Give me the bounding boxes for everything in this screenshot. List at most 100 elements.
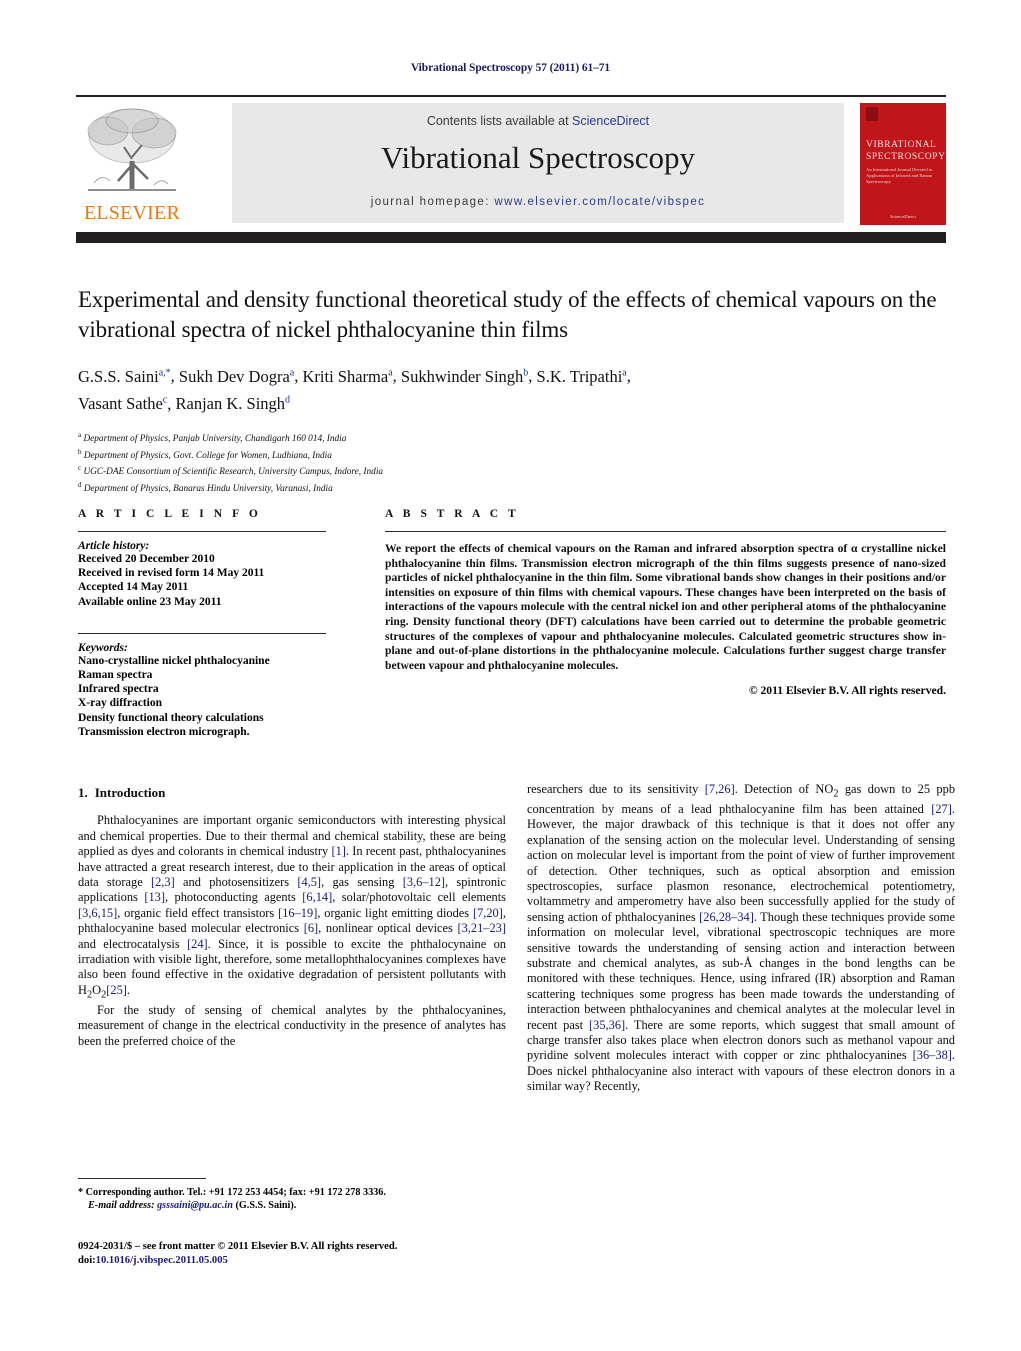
article-history-item: Received 20 December 2010 bbox=[78, 553, 215, 565]
elsevier-logo: ELSEVIER bbox=[80, 103, 184, 225]
article-info-label: A R T I C L E I N F O bbox=[78, 508, 262, 520]
doi-link[interactable]: 10.1016/j.vibspec.2011.05.005 bbox=[96, 1255, 228, 1266]
title-block: Experimental and density functional theo… bbox=[78, 285, 946, 496]
affiliation-mark: c bbox=[78, 464, 82, 473]
keywords-rule bbox=[78, 632, 326, 634]
citation-ref[interactable]: [6] bbox=[304, 921, 318, 935]
author-item: Sukh Dev Dograa bbox=[179, 367, 294, 386]
journal-title: Vibrational Spectroscopy bbox=[380, 140, 696, 175]
author-list: G.S.S. Sainia,*, Sukh Dev Dograa, Kriti … bbox=[78, 366, 631, 414]
email-link[interactable]: gsssaini@pu.ac.in bbox=[157, 1200, 233, 1211]
affiliation-text: Department of Physics, Panjab University… bbox=[83, 434, 347, 445]
citation-ref[interactable]: [7,20] bbox=[473, 906, 503, 920]
footnote-block: * Corresponding author. Tel.: +91 172 25… bbox=[78, 1178, 506, 1212]
citation-ref[interactable]: [25] bbox=[106, 983, 127, 997]
email-owner: (G.S.S. Saini). bbox=[235, 1200, 297, 1211]
citation-ref[interactable]: [27] bbox=[931, 802, 952, 816]
abstract-text: We report the effects of chemical vapour… bbox=[385, 542, 946, 672]
contents-available-line: Contents lists available at ScienceDirec… bbox=[232, 114, 844, 128]
author-item: Vasant Sathec bbox=[78, 394, 167, 413]
author-name: S.K. Tripathi bbox=[536, 366, 623, 386]
affiliation-mark: b bbox=[78, 447, 82, 456]
affiliation-list: a Department of Physics, Panjab Universi… bbox=[78, 429, 946, 496]
author-affil-mark: a bbox=[289, 367, 295, 378]
email-label: E-mail address: bbox=[88, 1200, 155, 1211]
citation-ref[interactable]: [26,28–34] bbox=[699, 910, 754, 924]
article-history-item: Available online 23 May 2011 bbox=[78, 595, 222, 608]
copyright-line: © 2011 Elsevier B.V. All rights reserved… bbox=[748, 684, 946, 698]
doi-line: doi:10.1016/j.vibspec.2011.05.005 bbox=[78, 1254, 506, 1268]
cover-journal-subtitle: An International Journal Devoted to Appl… bbox=[866, 167, 933, 184]
body-column-right: researchers due to its sensitivity [7,26… bbox=[527, 782, 955, 1095]
footnote-rule bbox=[78, 1178, 206, 1179]
text-run: , organic field effect transistors bbox=[117, 905, 279, 920]
citation-ref[interactable]: [6,14] bbox=[302, 890, 332, 904]
text-run: and photosensitizers bbox=[174, 875, 298, 890]
text-run: researchers due to its sensitivity bbox=[527, 782, 705, 796]
author-name: Kriti Sharma bbox=[302, 366, 389, 386]
text-run: , nonlinear optical devices bbox=[318, 921, 458, 936]
affiliation-item: c UGC-DAE Consortium of Scientific Resea… bbox=[78, 462, 946, 479]
citation-ref[interactable]: [16–19] bbox=[278, 906, 317, 920]
citation-ref[interactable]: [3,21–23] bbox=[457, 921, 506, 935]
journal-masthead: ELSEVIER Contents lists available at Sci… bbox=[76, 95, 946, 243]
page-title: Experimental and density functional theo… bbox=[78, 287, 937, 342]
elsevier-tree-icon bbox=[80, 103, 184, 199]
affiliation-item: d Department of Physics, Banaras Hindu U… bbox=[78, 479, 946, 496]
text-run: , gas sensing bbox=[321, 875, 403, 890]
text-run: . Though these techniques provide some i… bbox=[527, 909, 955, 1032]
body-column-left: 1. Introduction Phthalocyanines are impor… bbox=[78, 785, 506, 1049]
author-affil-mark: a bbox=[622, 367, 627, 378]
contents-prefix: Contents lists available at bbox=[426, 114, 573, 128]
citation-ref[interactable]: [3,6,15] bbox=[78, 906, 117, 920]
citation-ref[interactable]: [1] bbox=[331, 844, 345, 858]
author-affil-mark: b bbox=[523, 367, 529, 378]
homepage-url-link[interactable]: www.elsevier.com/locate/vibspec bbox=[494, 196, 705, 208]
abstract-rule bbox=[385, 531, 946, 532]
citation-ref[interactable]: [7,26] bbox=[705, 782, 735, 796]
citation-ref[interactable]: [36–38] bbox=[913, 1048, 952, 1062]
section-title: Introduction bbox=[94, 785, 166, 800]
author-affil-mark: a bbox=[388, 367, 393, 378]
article-info-block: A R T I C L E I N F O Article history: R… bbox=[78, 508, 326, 739]
abstract-block: A B S T R A C T We report the effects of… bbox=[385, 508, 946, 697]
sciencedirect-link[interactable]: ScienceDirect bbox=[572, 114, 649, 128]
affiliation-mark: a bbox=[78, 431, 82, 439]
cover-journal-title: VIBRATIONAL SPECTROSCOPY bbox=[866, 140, 946, 162]
author-name: G.S.S. Saini bbox=[78, 366, 159, 386]
masthead-center-panel: Contents lists available at ScienceDirec… bbox=[232, 103, 844, 223]
text-run: , photoconducting agents bbox=[164, 890, 303, 905]
journal-cover-thumbnail[interactable]: VIBRATIONAL SPECTROSCOPY An Internationa… bbox=[860, 103, 946, 225]
running-head: Vibrational Spectroscopy 57 (2011) 61–71 bbox=[410, 62, 611, 74]
masthead-bottom-bar bbox=[76, 232, 946, 243]
section-heading-introduction: 1. Introduction bbox=[78, 785, 506, 800]
citation-ref[interactable]: [2,3] bbox=[151, 875, 175, 889]
text-run: and electrocatalysis bbox=[78, 936, 188, 951]
citation-ref[interactable]: [24] bbox=[187, 937, 208, 951]
abstract-label: A B S T R A C T bbox=[385, 508, 520, 520]
citation-ref[interactable]: [13] bbox=[144, 890, 165, 904]
article-history-label: Article history: bbox=[78, 540, 150, 552]
author-item: Sukhwinder Singhb bbox=[401, 367, 528, 386]
affiliation-text: Department of Physics, Banaras Hindu Uni… bbox=[83, 484, 333, 495]
keyword-item: X-ray diffraction bbox=[78, 697, 162, 710]
paragraph: researchers due to its sensitivity [7,26… bbox=[527, 782, 955, 1095]
author-name: Vasant Sathe bbox=[78, 394, 163, 413]
imprint-block: 0924-2031/$ – see front matter © 2011 El… bbox=[78, 1240, 506, 1268]
journal-article-page: Vibrational Spectroscopy 57 (2011) 61–71 bbox=[0, 0, 1021, 1351]
cover-elsevier-mark-icon bbox=[866, 107, 878, 121]
author-item: G.S.S. Sainia,* bbox=[78, 367, 171, 386]
text-run: , organic light emitting diodes bbox=[317, 905, 473, 920]
author-affil-mark: d bbox=[285, 394, 291, 406]
citation-ref[interactable]: [3,6–12] bbox=[403, 875, 445, 889]
keyword-item: Raman spectra bbox=[78, 669, 153, 682]
author-item: S.K. Tripathia bbox=[537, 367, 627, 386]
affiliation-item: b Department of Physics, Govt. College f… bbox=[78, 446, 946, 463]
citation-ref[interactable]: [4,5] bbox=[297, 875, 321, 889]
author-name: Sukh Dev Dogra bbox=[178, 366, 290, 386]
affiliation-text: Department of Physics, Govt. College for… bbox=[83, 450, 332, 461]
elsevier-wordmark: ELSEVIER bbox=[83, 202, 181, 224]
citation-ref[interactable]: [35,36] bbox=[589, 1018, 625, 1032]
author-item: Ranjan K. Singhd bbox=[175, 394, 290, 413]
paragraph: Phthalocyanines are important organic se… bbox=[78, 813, 506, 1002]
